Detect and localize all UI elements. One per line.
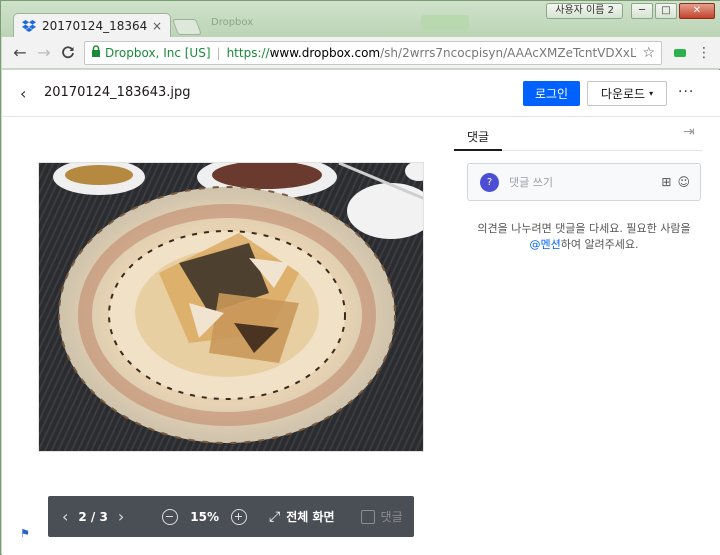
comment-box-icon (360, 509, 375, 524)
new-tab-button[interactable] (172, 19, 202, 35)
comment-placeholder: 댓글 쓰기 (509, 176, 553, 189)
image-preview[interactable] (38, 162, 424, 452)
tab-strip: 20170124_183643.jpg × Dropbox 사용자 이름 2 ─… (1, 1, 720, 38)
address-separator: | (216, 45, 221, 60)
page-count: 2 / 3 (78, 509, 108, 524)
window-controls: 사용자 이름 2 ─ □ ✕ (546, 3, 715, 19)
url-scheme: https:// (226, 45, 270, 60)
viewer-comment-button[interactable]: 댓글 (360, 508, 403, 525)
flag-icon[interactable]: ⚑ (20, 527, 30, 540)
url-path: /sh/2wrrs7ncocpisyn/AAAcXMZeTcntVDXxLVHL… (380, 45, 637, 60)
tab-comments[interactable]: 댓글 (467, 128, 489, 145)
zoom-out-icon[interactable] (162, 508, 179, 525)
bookmark-star-icon[interactable]: ☆ (642, 45, 655, 61)
dropbox-page: ‹ 20170124_183643.jpg 로그인 다운로드 ▾ ··· ‹ 2… (2, 70, 720, 555)
minimize-button[interactable]: ─ (631, 3, 653, 19)
tab-close-icon[interactable]: × (152, 19, 162, 33)
zoom-control: 15% (162, 508, 247, 525)
comment-input[interactable]: ? 댓글 쓰기 ⊞ ☺ (467, 163, 701, 201)
next-chevron-icon[interactable]: › (118, 507, 124, 526)
file-title: 20170124_183643.jpg (44, 85, 191, 100)
back-arrow-icon[interactable]: ← (8, 41, 32, 65)
chevron-down-icon: ▾ (649, 89, 654, 98)
viewer-comment-label: 댓글 (380, 510, 403, 524)
fullscreen-label: 전체 화면 (286, 510, 335, 524)
extension-icon[interactable] (668, 41, 692, 65)
back-chevron-icon[interactable]: ‹ (20, 84, 26, 103)
hint-line2: 하여 알려주세요. (560, 238, 639, 251)
close-window-button[interactable]: ✕ (679, 3, 715, 19)
browser-window: 20170124_183643.jpg × Dropbox 사용자 이름 2 ─… (0, 0, 720, 555)
user-profile-badge[interactable]: 사용자 이름 2 (546, 3, 623, 19)
fullscreen-button[interactable]: ⤢ 전체 화면 (269, 508, 335, 525)
attach-icon[interactable]: ⊞ (661, 175, 671, 189)
file-header: ‹ 20170124_183643.jpg 로그인 다운로드 ▾ ··· (2, 70, 720, 117)
expand-icon: ⤢ (268, 508, 281, 525)
login-button[interactable]: 로그인 (523, 81, 580, 106)
security-label: Dropbox, Inc [US] (105, 45, 211, 60)
viewer-toolbar: ‹ 2 / 3 › 15% ⤢ 전체 화면 댓글 (48, 496, 414, 537)
reload-icon[interactable] (56, 41, 80, 65)
tab-comments-underline (454, 149, 502, 151)
download-button[interactable]: 다운로드 ▾ (587, 81, 667, 106)
background-tab-ghost: Dropbox (211, 17, 254, 28)
lock-icon (91, 45, 101, 60)
browser-toolbar: ← → Dropbox, Inc [US] | https://www.drop… (2, 37, 720, 69)
prev-chevron-icon[interactable]: ‹ (62, 507, 68, 526)
url-text: https://www.dropbox.com/sh/2wrrs7ncocpis… (227, 46, 637, 60)
mention-link[interactable]: @멘션 (529, 238, 560, 251)
dropbox-favicon-icon (22, 19, 36, 33)
pager: ‹ 2 / 3 › (62, 507, 124, 526)
tab-title: 20170124_183643.jpg (42, 19, 148, 33)
collapse-panel-icon[interactable]: ⇥ (683, 124, 695, 140)
more-options-icon[interactable]: ··· (678, 84, 694, 100)
zoom-in-icon[interactable] (230, 508, 247, 525)
emoji-icon[interactable]: ☺ (677, 175, 690, 189)
forward-arrow-icon[interactable]: → (32, 41, 56, 65)
address-bar[interactable]: Dropbox, Inc [US] | https://www.dropbox.… (84, 40, 662, 65)
url-host: www.dropbox.com (269, 45, 381, 60)
browser-menu-icon[interactable]: ⋮ (694, 45, 714, 61)
hint-line1: 의견을 나누려면 댓글을 다세요. 필요한 사람을 (477, 222, 691, 235)
comment-hint: 의견을 나누려면 댓글을 다세요. 필요한 사람을 @멘션하여 알려주세요. (472, 221, 696, 253)
background-button-ghost (421, 15, 469, 31)
zoom-level: 15% (190, 509, 219, 524)
maximize-button[interactable]: □ (655, 3, 677, 19)
browser-tab-active[interactable]: 20170124_183643.jpg × (13, 13, 171, 38)
food-photo (39, 163, 423, 451)
avatar: ? (480, 172, 499, 192)
download-label: 다운로드 (600, 87, 646, 101)
